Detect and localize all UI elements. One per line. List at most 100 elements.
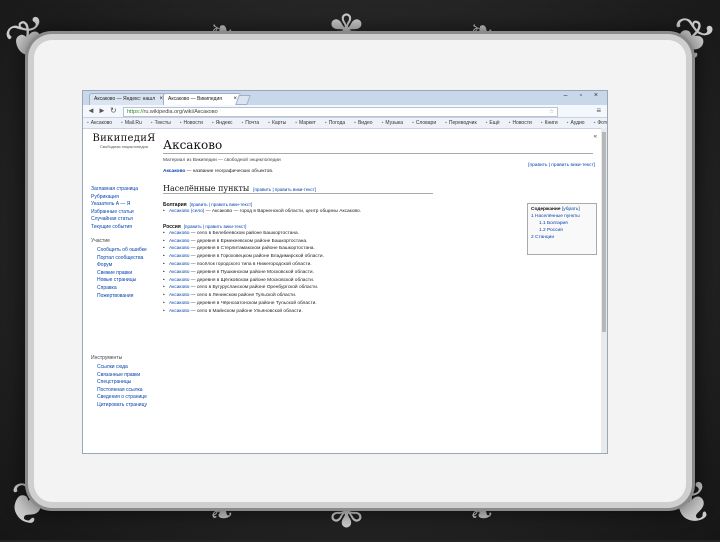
toc-item[interactable]: 1 Населённые пункты xyxy=(531,213,593,220)
settlement-link[interactable]: Аксаково xyxy=(169,293,189,298)
settlement-description: — село в Майнском районе Ульяновской обл… xyxy=(189,308,303,314)
settlement-description: — деревня в Щёлковском районе Московской… xyxy=(189,277,315,283)
bookmark-item[interactable]: Mail.Ru xyxy=(121,120,142,126)
settlement-link[interactable]: Аксаково xyxy=(169,270,189,275)
settlement-link[interactable]: Аксаково (село) xyxy=(169,209,204,214)
toc-item[interactable]: 1.2 Россия xyxy=(531,227,593,234)
sidebar-item[interactable]: Форум xyxy=(97,262,147,270)
edit-page-link[interactable]: [править | править вики-текст] xyxy=(528,163,595,168)
toc-item[interactable]: 2 Станции xyxy=(531,234,593,241)
bookmark-item[interactable]: Новости xyxy=(180,120,203,126)
bookmark-item[interactable]: Аксаково xyxy=(87,120,112,126)
collapse-icon[interactable]: « xyxy=(594,134,597,140)
settlement-link[interactable]: Аксаково xyxy=(169,285,189,290)
sidebar-tools-header: Инструменты xyxy=(91,355,123,361)
bookmark-item[interactable]: Фото xyxy=(594,120,607,126)
bookmark-item[interactable]: Словари xyxy=(412,120,436,126)
wikipedia-page: ВикипедиЯ Свободная энциклопедия Заглавн… xyxy=(83,128,601,453)
settlement-description: — Аксаково — город в Варненской области,… xyxy=(204,209,361,214)
table-of-contents: Содержание [убрать] 1 Населённые пункты … xyxy=(527,203,597,255)
edit-link[interactable]: [править | править вики-текст] xyxy=(190,202,253,207)
sidebar-item[interactable]: Рубрикация xyxy=(91,194,138,202)
settlement-link[interactable]: Аксаково xyxy=(169,246,189,251)
section-heading: Населённые пункты [править | править вики… xyxy=(163,184,433,194)
settlement-description: — деревня в Ермекеевском районе Башкорто… xyxy=(189,238,308,244)
settlement-description: — деревня в Гороховецком районе Владимир… xyxy=(189,254,324,260)
bookmark-item[interactable]: Книги xyxy=(541,120,558,126)
sidebar-item[interactable]: Портал сообщества xyxy=(97,255,147,263)
sidebar-item[interactable]: Указатель А — Я xyxy=(91,201,138,209)
sidebar-participation-header: Участие xyxy=(91,238,110,244)
settings-icon[interactable]: ≡ xyxy=(596,106,601,115)
settlement-description: — село в Белебеевском районе Башкортоста… xyxy=(189,230,300,236)
sidebar-item[interactable]: Спецстраницы xyxy=(97,379,147,387)
bookmark-item[interactable]: Тексты xyxy=(151,120,171,126)
sidebar-item[interactable]: Заглавная страница xyxy=(91,186,138,194)
forward-icon[interactable]: ► xyxy=(98,106,106,116)
sidebar-item[interactable]: Случайная статья xyxy=(91,216,138,224)
list-item: Аксаково — деревня в Чёрнозатонском райо… xyxy=(163,300,593,308)
scrollbar-thumb[interactable] xyxy=(602,132,606,332)
settlement-description: — деревня в Чёрнозатонском районе Тульск… xyxy=(189,300,317,306)
settlement-description: — деревня в Стерлитамакском районе Башко… xyxy=(189,246,315,252)
settlement-link[interactable]: Аксаково xyxy=(169,309,189,314)
sidebar-item[interactable]: Пожертвования xyxy=(97,293,147,301)
sidebar-item[interactable]: Сообщить об ошибке xyxy=(97,247,147,255)
bookmark-item[interactable]: Аудио xyxy=(567,120,585,126)
sidebar-item[interactable]: Связанные правки xyxy=(97,372,147,380)
list-item: Аксаково — село в Бугурусланском районе … xyxy=(163,284,593,292)
toc-item[interactable]: 1.1 Болгария xyxy=(531,220,593,227)
sidebar-item[interactable]: Новые страницы xyxy=(97,277,147,285)
bookmark-item[interactable]: Маркет xyxy=(295,120,316,126)
page-title: Аксаково xyxy=(163,138,593,154)
settlement-description: — село в Бугурусланском районе Оренбургс… xyxy=(189,285,319,291)
star-icon[interactable]: ☆ xyxy=(549,108,554,116)
list-item: Аксаково — деревня в Щёлковском районе М… xyxy=(163,277,593,285)
intro-text: Аксаково — название географических объек… xyxy=(163,169,274,174)
bookmark-item[interactable]: Ещё xyxy=(486,120,500,126)
bookmark-item[interactable]: Почта xyxy=(242,120,260,126)
bookmark-item[interactable]: Видео xyxy=(354,120,372,126)
browser-screenshot: Аксаково — Яндекс: нашл × Аксаково — Вики… xyxy=(82,90,608,454)
bookmark-item[interactable]: Яндекс xyxy=(212,120,233,126)
settlement-link[interactable]: Аксаково xyxy=(169,278,189,283)
list-item: Аксаково — деревня в Пушкинском районе М… xyxy=(163,269,593,277)
back-icon[interactable]: ◄ xyxy=(87,106,95,116)
settlement-link[interactable]: Аксаково xyxy=(169,239,189,244)
section-edit-link[interactable]: [править | править вики-текст] xyxy=(253,187,316,192)
url-input[interactable]: https://ru.wikipedia.org/wiki/Аксаково ☆ xyxy=(123,107,558,117)
settlement-link[interactable]: Аксаково xyxy=(169,262,189,267)
sidebar-item[interactable]: Постоянная ссылка xyxy=(97,387,147,395)
bookmark-item[interactable]: Музыка xyxy=(382,120,403,126)
settlement-link[interactable]: Аксаково xyxy=(169,254,189,259)
sidebar-item[interactable]: Справка xyxy=(97,285,147,293)
toc-hide-link[interactable]: [убрать] xyxy=(562,207,580,212)
settlement-description: — село в Ленинском районе Тульской облас… xyxy=(189,293,297,299)
wikipedia-logo[interactable]: ВикипедиЯ Свободная энциклопедия xyxy=(91,133,157,149)
list-item: Аксаково — село в Ленинском районе Тульс… xyxy=(163,292,593,300)
bookmark-item[interactable]: Погода xyxy=(325,120,345,126)
scrollbar[interactable] xyxy=(601,128,607,453)
sidebar-item[interactable]: Текущие события xyxy=(91,224,138,232)
bookmark-item[interactable]: Карты xyxy=(268,120,286,126)
tab-bar: Аксаково — Яндекс: нашл × Аксаково — Вики… xyxy=(83,91,607,106)
sidebar-item[interactable]: Сведения о странице xyxy=(97,394,147,402)
bookmark-item[interactable]: Новости xyxy=(509,120,532,126)
list-item: Аксаково — село в Майнском районе Ульяно… xyxy=(163,308,593,316)
edit-link[interactable]: [править | править вики-текст] xyxy=(184,224,247,229)
new-tab-button[interactable] xyxy=(235,95,251,105)
list-item: Аксаково — посёлок городского типа в Ниж… xyxy=(163,261,593,269)
settlement-description: — посёлок городского типа в Нижегородско… xyxy=(189,261,312,267)
sidebar-item[interactable]: Цитировать страницу xyxy=(97,402,147,410)
window-controls[interactable]: – ▫ × xyxy=(564,92,603,99)
sidebar-item[interactable]: Ссылки сюда xyxy=(97,364,147,372)
settlement-description: — деревня в Пушкинском районе Московской… xyxy=(189,269,314,275)
reload-icon[interactable]: ↻ xyxy=(110,106,117,116)
sidebar-navigation: Заглавная страница Рубрикация Указатель А … xyxy=(91,186,138,232)
bookmark-item[interactable]: Переводчик xyxy=(445,120,477,126)
settlement-link[interactable]: Аксаково xyxy=(169,231,189,236)
sidebar-item[interactable]: Свежие правки xyxy=(97,270,147,278)
sidebar-tools: Ссылки сюда Связанные правки Спецстраницы П… xyxy=(97,364,147,410)
settlement-link[interactable]: Аксаково xyxy=(169,301,189,306)
address-bar: ◄ ► ↻ https://ru.wikipedia.org/wiki/Акса… xyxy=(83,105,607,118)
